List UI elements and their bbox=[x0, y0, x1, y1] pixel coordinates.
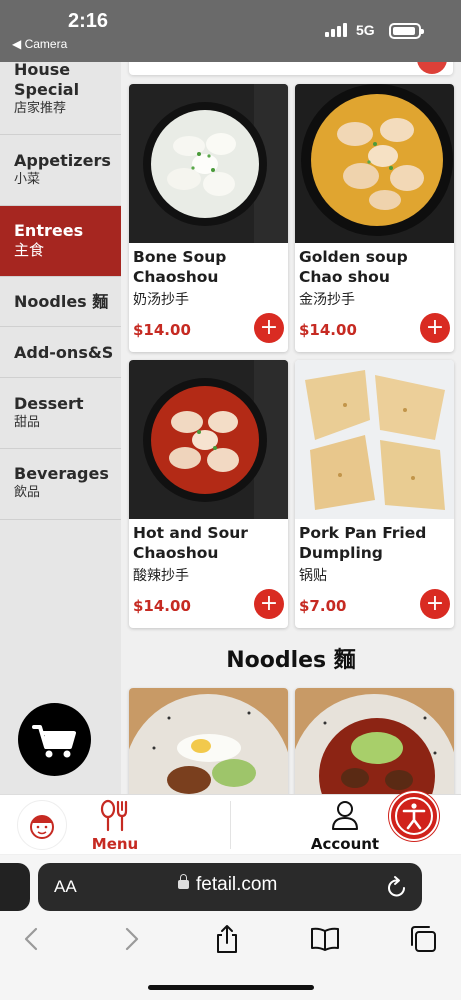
dish-name: Pork Pan Fried Dumpling bbox=[299, 524, 427, 562]
nav-account-label: Account bbox=[310, 835, 380, 853]
section-title-noodles: Noodles 麵 bbox=[226, 648, 356, 673]
share-icon[interactable] bbox=[212, 924, 242, 954]
accessibility-icon bbox=[395, 797, 433, 835]
browser-toolbar: AA fetail.com bbox=[0, 855, 461, 1000]
reload-icon[interactable] bbox=[386, 875, 408, 899]
text-size-button[interactable]: AA bbox=[54, 877, 77, 897]
sidebar-item-sublabel: 店家推荐 bbox=[14, 101, 67, 116]
sidebar-item-label: House Special bbox=[14, 62, 80, 99]
sidebar-item-sublabel: 甜品 bbox=[14, 415, 41, 430]
dish-price: $14.00 bbox=[133, 597, 191, 615]
category-sidebar: House Special 店家推荐 Appetizers 小菜 Entrees… bbox=[0, 62, 121, 794]
bookmarks-icon[interactable] bbox=[310, 924, 340, 954]
cart-button[interactable] bbox=[18, 703, 91, 776]
url-text[interactable]: fetail.com bbox=[196, 874, 277, 896]
menu-item-card[interactable]: Hot and Sour Chaoshou 酸辣抄手 $14.00 + bbox=[129, 360, 288, 628]
sidebar-item-add-ons[interactable]: Add-ons&S bbox=[0, 327, 121, 378]
sidebar-item-beverages[interactable]: Beverages 飲品 bbox=[0, 449, 121, 520]
sidebar-item-label: Beverages bbox=[14, 464, 109, 483]
nav-divider bbox=[230, 801, 231, 849]
sidebar-item-appetizers[interactable]: Appetizers 小菜 bbox=[0, 135, 121, 206]
dish-name-zh: 锅贴 bbox=[299, 568, 327, 584]
nav-menu-label: Menu bbox=[91, 835, 139, 853]
back-to-camera-link[interactable]: ◀ Camera bbox=[12, 37, 67, 51]
back-icon[interactable] bbox=[17, 924, 47, 954]
add-to-cart-button[interactable] bbox=[417, 62, 447, 74]
forward-icon[interactable] bbox=[116, 924, 146, 954]
dish-image bbox=[129, 84, 288, 243]
sidebar-item-label: Entrees bbox=[14, 221, 84, 240]
sidebar-item-sublabel: 小菜 bbox=[14, 172, 41, 187]
cart-icon bbox=[32, 725, 76, 758]
signal-icon bbox=[325, 23, 349, 37]
dish-name: Bone Soup Chaoshou bbox=[133, 248, 227, 286]
battery-icon bbox=[389, 23, 424, 39]
nav-account-button[interactable]: Account bbox=[300, 799, 390, 853]
dish-price: $7.00 bbox=[299, 597, 347, 615]
address-bar[interactable]: AA fetail.com bbox=[38, 863, 422, 911]
dish-image bbox=[129, 688, 288, 794]
status-bar: 2:16 ◀ Camera 5G bbox=[0, 0, 461, 62]
dish-name: Golden soup Chao shou bbox=[299, 248, 408, 286]
previous-tab-peek[interactable] bbox=[0, 863, 30, 911]
dish-name: Hot and Sour Chaoshou bbox=[133, 524, 248, 562]
menu-content: Bone Soup Chaoshou 奶汤抄手 $14.00 + Golden … bbox=[121, 62, 461, 794]
dish-price: $14.00 bbox=[133, 321, 191, 339]
nav-menu-button[interactable]: Menu bbox=[88, 799, 142, 853]
sidebar-item-dessert[interactable]: Dessert 甜品 bbox=[0, 378, 121, 449]
menu-item-card-partial[interactable] bbox=[129, 62, 453, 75]
add-to-cart-button[interactable]: + bbox=[420, 313, 450, 343]
sidebar-item-noodles[interactable]: Noodles 麵 bbox=[0, 277, 121, 327]
add-to-cart-button[interactable]: + bbox=[420, 589, 450, 619]
dish-name-zh: 金汤抄手 bbox=[299, 292, 355, 308]
lock-icon bbox=[178, 874, 189, 889]
dish-image bbox=[129, 360, 288, 519]
dish-image bbox=[295, 360, 454, 519]
dish-image bbox=[295, 84, 454, 243]
add-to-cart-button[interactable]: + bbox=[254, 313, 284, 343]
dish-name-zh: 酸辣抄手 bbox=[133, 568, 189, 584]
sidebar-item-sublabel: 主食 bbox=[14, 241, 45, 259]
menu-item-card-partial[interactable] bbox=[295, 688, 454, 794]
sidebar-item-label: Dessert bbox=[14, 394, 84, 413]
network-label: 5G bbox=[356, 22, 375, 38]
sidebar-item-label: Appetizers bbox=[14, 151, 111, 170]
menu-item-card[interactable]: Golden soup Chao shou 金汤抄手 $14.00 + bbox=[295, 84, 454, 352]
sidebar-item-label: Noodles 麵 bbox=[14, 292, 109, 311]
dish-image bbox=[295, 688, 454, 794]
add-to-cart-button[interactable]: + bbox=[254, 589, 284, 619]
dish-price: $14.00 bbox=[299, 321, 357, 339]
tabs-icon[interactable] bbox=[408, 924, 438, 954]
home-indicator bbox=[148, 985, 314, 990]
restaurant-logo[interactable] bbox=[17, 800, 67, 850]
status-time: 2:16 bbox=[68, 10, 109, 32]
menu-item-card[interactable]: Pork Pan Fried Dumpling 锅贴 $7.00 + bbox=[295, 360, 454, 628]
sidebar-item-house-special[interactable]: House Special 店家推荐 bbox=[0, 62, 121, 135]
sidebar-item-entrees[interactable]: Entrees 主食 bbox=[0, 206, 121, 277]
menu-item-card[interactable]: Bone Soup Chaoshou 奶汤抄手 $14.00 + bbox=[129, 84, 288, 352]
accessibility-button[interactable] bbox=[389, 791, 439, 841]
account-icon bbox=[332, 801, 358, 830]
sidebar-item-sublabel: 飲品 bbox=[14, 485, 41, 500]
dish-name-zh: 奶汤抄手 bbox=[133, 292, 189, 308]
menu-utensils-icon bbox=[100, 799, 128, 832]
menu-item-card-partial[interactable] bbox=[129, 688, 288, 794]
sidebar-item-label: Add-ons&S bbox=[14, 343, 114, 362]
